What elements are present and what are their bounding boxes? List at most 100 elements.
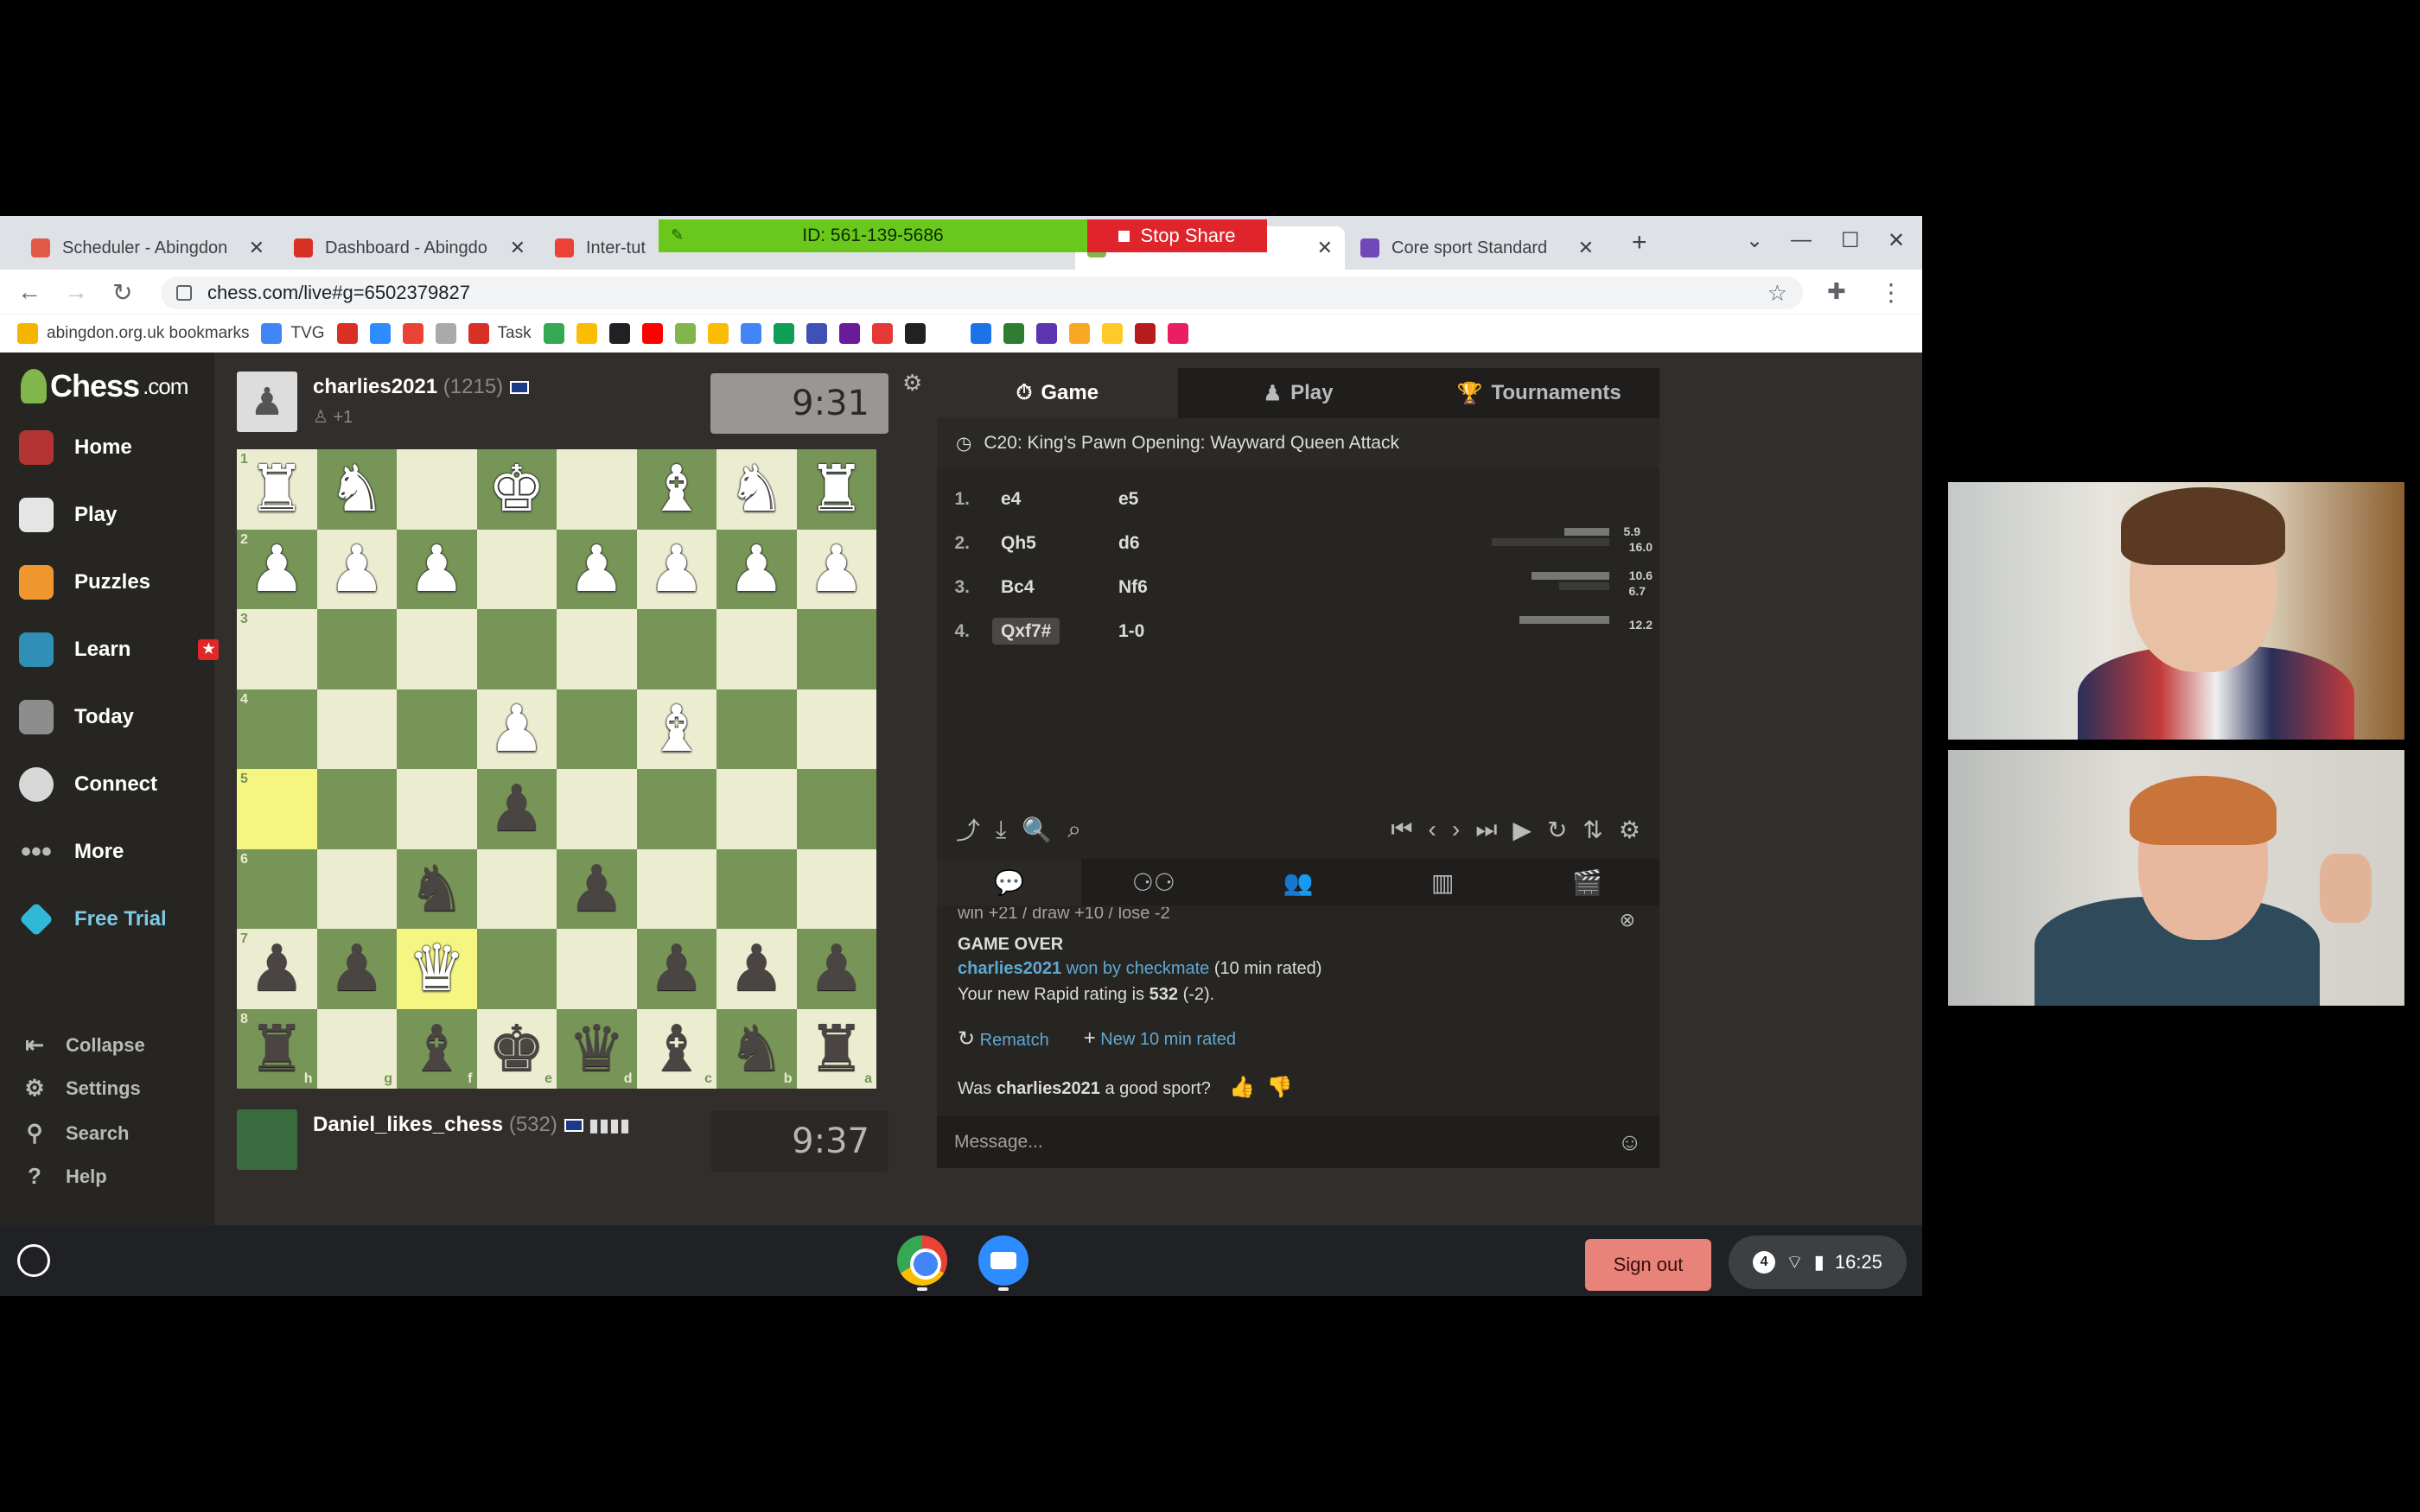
bookmark-item[interactable] xyxy=(369,323,391,344)
board-square[interactable] xyxy=(557,449,637,530)
tab-play[interactable]: ♟ Play xyxy=(1177,368,1419,418)
chess-piece[interactable]: ♞ xyxy=(728,457,785,521)
sidebar-item-learn[interactable]: Learn ★ xyxy=(19,632,220,667)
board-square[interactable] xyxy=(557,929,637,1009)
board-square[interactable]: ♟ xyxy=(476,689,557,769)
bookmark-item[interactable] xyxy=(402,323,424,344)
board-square[interactable]: ♟ xyxy=(316,929,397,1009)
chess-piece[interactable]: ♞ xyxy=(728,1016,785,1081)
last-move-icon[interactable]: ⏭ xyxy=(1475,816,1497,844)
bookmark-item[interactable] xyxy=(1003,323,1024,344)
board-square[interactable] xyxy=(397,769,477,849)
sidebar-item-free-trial[interactable]: Free Trial xyxy=(19,902,167,937)
message-input[interactable]: Message... ☺ xyxy=(937,1116,1659,1168)
settings-icon[interactable]: ⚙ xyxy=(1619,816,1640,844)
drag-handle-icon[interactable]: ✎ xyxy=(671,226,684,245)
chess-piece[interactable]: ♟ xyxy=(568,856,625,921)
board-square[interactable]: ♟ xyxy=(476,769,557,849)
chess-piece[interactable]: ♟ xyxy=(648,937,705,1001)
tab-dashboard[interactable]: Dashboard - Abingdo ✕ xyxy=(282,226,538,270)
tab-inter-tut[interactable]: Inter-tut xyxy=(543,226,655,270)
bookmark-item[interactable]: TVG xyxy=(261,323,325,344)
board-square[interactable] xyxy=(557,609,637,689)
board-square[interactable]: ♝ f xyxy=(397,1008,477,1089)
board-square[interactable]: ♟ xyxy=(716,929,797,1009)
sidebar-collapse[interactable]: ⇤ Collapse xyxy=(22,1032,145,1058)
bookmark-item[interactable] xyxy=(608,323,630,344)
chess-piece[interactable]: ♟ xyxy=(328,537,385,601)
bookmark-item[interactable] xyxy=(904,323,926,344)
chess-piece[interactable]: ♟ xyxy=(728,537,785,601)
board-square[interactable] xyxy=(316,769,397,849)
board-square[interactable]: ♛ d xyxy=(557,1008,637,1089)
chess-piece[interactable]: ♛ xyxy=(408,937,465,1001)
extensions-icon[interactable]: ✚ xyxy=(1827,278,1846,305)
chess-piece[interactable]: ♜ xyxy=(808,1016,865,1081)
next-move-icon[interactable]: › xyxy=(1452,816,1460,843)
stop-share-button[interactable]: Stop Share xyxy=(1087,219,1267,252)
close-icon[interactable]: ✕ xyxy=(1309,237,1333,259)
chess-piece[interactable]: ♛ xyxy=(568,1016,625,1081)
bookmark-item[interactable] xyxy=(576,323,597,344)
players-tab[interactable]: 👥 xyxy=(1226,859,1370,905)
review-icon[interactable]: ⌕ xyxy=(1067,816,1081,844)
board-square[interactable]: ♜ xyxy=(796,449,876,530)
board-square[interactable] xyxy=(476,529,557,609)
board-square[interactable]: ♚ xyxy=(476,449,557,530)
refresh-icon[interactable]: ↻ xyxy=(1547,816,1567,844)
sign-out-button[interactable]: Sign out xyxy=(1585,1239,1711,1291)
tab-game[interactable]: ⏱ Game xyxy=(937,368,1178,418)
board-square[interactable]: ♚ e xyxy=(476,1008,557,1089)
chess-logo[interactable]: Chess .com xyxy=(21,368,188,404)
board-square[interactable]: ♟ xyxy=(397,529,477,609)
chess-piece[interactable]: ♝ xyxy=(648,696,705,761)
move-white[interactable]: Bc4 xyxy=(989,577,1106,598)
player-name[interactable]: Daniel_likes_chess xyxy=(313,1113,503,1136)
chess-piece[interactable]: ♟ xyxy=(488,777,545,841)
board-square[interactable] xyxy=(796,689,876,769)
chess-piece[interactable]: ♚ xyxy=(488,457,545,521)
move-white[interactable]: e4 xyxy=(989,489,1106,510)
board-square[interactable] xyxy=(397,689,477,769)
analysis-icon[interactable]: 🔍 xyxy=(1022,816,1052,844)
board-square[interactable] xyxy=(316,848,397,929)
board-square[interactable]: ♟ xyxy=(796,929,876,1009)
board-square[interactable]: 3 xyxy=(237,609,317,689)
clapboard-tab[interactable]: 🎬 xyxy=(1515,859,1659,905)
board-square[interactable]: ♟ xyxy=(557,848,637,929)
sidebar-item-more[interactable]: ••• More xyxy=(19,835,124,869)
board-settings-icon[interactable]: ⚙ xyxy=(902,370,922,397)
menu-icon[interactable]: ⋮ xyxy=(1879,278,1903,307)
avatar[interactable] xyxy=(237,1109,297,1170)
bookmark-item[interactable] xyxy=(543,323,564,344)
bookmark-item[interactable]: abingdon.org.uk bookmarks xyxy=(17,323,249,344)
chess-piece[interactable]: ♟ xyxy=(328,937,385,1001)
bookmark-item[interactable] xyxy=(1167,323,1188,344)
bookmark-item[interactable] xyxy=(806,323,827,344)
board-square[interactable]: ♜ a xyxy=(796,1008,876,1089)
tab-core-sport[interactable]: Core sport Standard ✕ xyxy=(1348,226,1606,270)
board-square[interactable]: ♞ xyxy=(397,848,477,929)
board-square[interactable] xyxy=(796,609,876,689)
chess-piece[interactable]: ♝ xyxy=(408,1016,465,1081)
bookmark-item[interactable] xyxy=(871,323,893,344)
board-square[interactable] xyxy=(716,848,797,929)
chess-piece[interactable]: ♞ xyxy=(408,856,465,921)
sidebar-search[interactable]: ⚲ Search xyxy=(22,1120,129,1147)
close-icon[interactable]: ✕ xyxy=(1570,237,1594,259)
minimize-button[interactable]: — xyxy=(1791,228,1812,252)
sidebar-item-play[interactable]: Play xyxy=(19,498,117,532)
hide-chat-icon[interactable]: ⊗ xyxy=(1620,909,1635,931)
previous-move-icon[interactable]: ‹ xyxy=(1429,816,1436,843)
meeting-id-bar[interactable]: ✎ ID: 561-139-5686 xyxy=(659,219,1087,252)
board-square[interactable] xyxy=(476,609,557,689)
move-white-selected[interactable]: Qxf7# xyxy=(992,617,1060,645)
board-square[interactable]: ♜ 1 xyxy=(237,449,317,530)
download-icon[interactable]: ⤓ xyxy=(996,816,1006,844)
chess-piece[interactable]: ♚ xyxy=(488,1016,545,1081)
board-square[interactable]: g xyxy=(316,1008,397,1089)
board-square[interactable] xyxy=(557,689,637,769)
board-square[interactable] xyxy=(716,769,797,849)
move-black[interactable]: Nf6 xyxy=(1106,577,1224,598)
chess-piece[interactable]: ♞ xyxy=(328,457,385,521)
